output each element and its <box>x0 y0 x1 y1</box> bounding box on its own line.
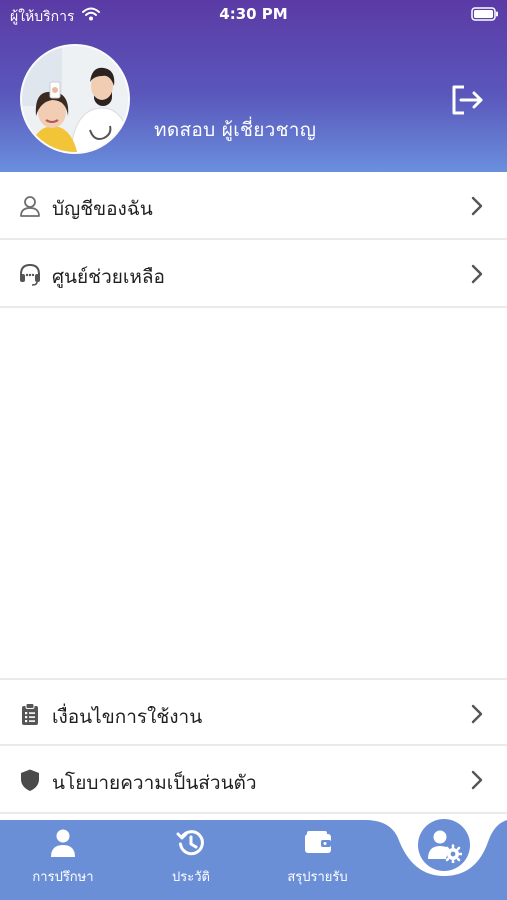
profile-settings-button[interactable] <box>418 819 470 871</box>
headset-icon <box>20 263 40 286</box>
menu-item-privacy[interactable]: นโยบายความเป็นส่วนตัว <box>0 746 507 814</box>
person-icon <box>51 829 75 857</box>
status-time: 4:30 PM <box>219 5 288 23</box>
battery-icon <box>471 7 498 21</box>
chevron-right-icon <box>471 704 483 724</box>
tab-consult[interactable]: การปรึกษา <box>18 820 108 900</box>
menu-item-terms[interactable]: เงื่อนไขการใช้งาน <box>0 678 507 746</box>
person-icon <box>20 196 40 217</box>
menu-item-account-label: บัญชีของฉัน <box>52 198 153 220</box>
status-bar: ผู้ให้บริการ 4:30 PM <box>0 0 507 30</box>
wallet-icon <box>304 831 331 853</box>
menu-item-account[interactable]: บัญชีของฉัน <box>0 172 507 240</box>
tab-history-label: ประวัติ <box>172 870 210 885</box>
shield-icon <box>21 769 39 791</box>
history-icon <box>176 830 204 856</box>
menu-item-help[interactable]: ศูนย์ช่วยเหลือ <box>0 240 507 308</box>
profile-header: ผู้ให้บริการ 4:30 PM ทดสอบ ผู้เชี่ยวชาญ <box>0 0 507 172</box>
user-name: ทดสอบ ผู้เชี่ยวชาญ <box>154 119 317 141</box>
menu-item-privacy-label: นโยบายความเป็นส่วนตัว <box>52 772 257 794</box>
chevron-right-icon <box>471 770 483 790</box>
logout-icon[interactable] <box>450 84 484 116</box>
menu-item-terms-label: เงื่อนไขการใช้งาน <box>52 706 203 728</box>
avatar-photo <box>22 46 128 152</box>
chevron-right-icon <box>471 264 483 284</box>
tab-income-label: สรุปรายรับ <box>287 870 348 885</box>
tab-history[interactable]: ประวัติ <box>146 820 236 900</box>
user-settings-icon <box>428 830 462 863</box>
avatar[interactable] <box>20 44 130 154</box>
tab-consult-label: การปรึกษา <box>32 870 94 885</box>
clipboard-icon <box>22 703 38 725</box>
tab-income[interactable]: สรุปรายรับ <box>270 820 365 900</box>
menu-item-help-label: ศูนย์ช่วยเหลือ <box>52 266 165 288</box>
chevron-right-icon <box>471 196 483 216</box>
